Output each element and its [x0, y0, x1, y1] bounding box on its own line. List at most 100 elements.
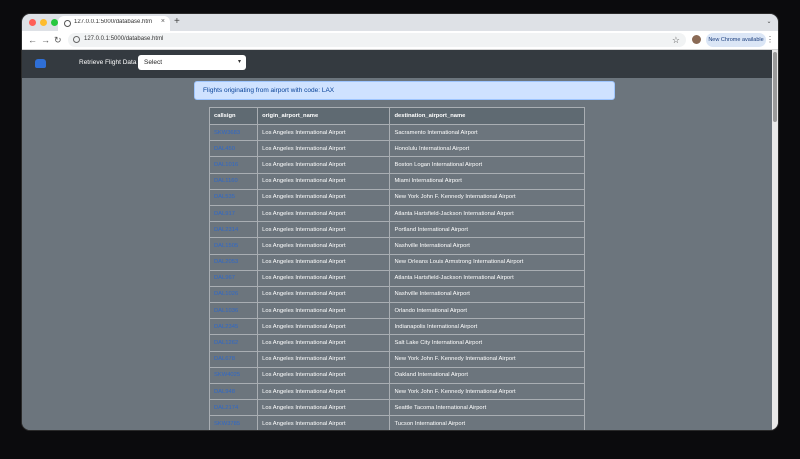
- destination-airport-cell: New York John F. Kennedy International A…: [389, 350, 585, 368]
- airport-select[interactable]: Select ▾: [138, 55, 246, 70]
- callsign-cell: DAL450: [208, 140, 259, 158]
- destination-airport-cell: Sacramento International Airport: [389, 123, 585, 142]
- destination-airport-cell: Atlanta Hartsfield-Jackson International…: [389, 269, 585, 287]
- table-row: DAL1026 Los Angeles International Airport…: [208, 285, 585, 304]
- new-tab-button[interactable]: +: [174, 16, 180, 28]
- alert-text: Flights originating from airport with co…: [203, 87, 335, 94]
- table-row: DAL917 Los Angeles International Airport A…: [208, 204, 585, 223]
- scrollbar-thumb[interactable]: [773, 52, 777, 122]
- origin-airport-cell: Los Angeles International Airport: [257, 156, 391, 174]
- callsign-link[interactable]: DAL450: [214, 146, 235, 152]
- minimize-window-icon[interactable]: [40, 19, 47, 26]
- table-row: DAL1160 Los Angeles International Airport…: [208, 172, 585, 190]
- profile-icon[interactable]: [692, 35, 701, 44]
- callsign-link[interactable]: DAL1026: [214, 291, 238, 297]
- callsign-link[interactable]: DAL535: [214, 194, 235, 200]
- callsign-cell: DAL1160: [208, 172, 259, 190]
- page-scrollbar[interactable]: [772, 50, 778, 430]
- callsign-cell: SKW3683: [208, 123, 259, 142]
- address-bar[interactable]: 127.0.0.1:5000/database.html ☆: [68, 33, 686, 47]
- callsign-cell: DAL1026: [208, 285, 259, 304]
- callsign-link[interactable]: DAL2053: [214, 259, 238, 265]
- callsign-link[interactable]: DAL1160: [214, 178, 238, 184]
- site-info-icon[interactable]: [73, 36, 80, 43]
- select-value: Select: [144, 59, 163, 66]
- destination-airport-cell: Oakland International Airport: [389, 366, 585, 385]
- url-text: 127.0.0.1:5000/database.html: [84, 36, 164, 42]
- destination-airport-cell: Seattle Tacoma International Airport: [389, 399, 585, 417]
- callsign-link[interactable]: DAL2174: [214, 405, 238, 411]
- callsign-link[interactable]: DAL1016: [214, 162, 238, 168]
- callsign-link[interactable]: DAL1036: [214, 308, 238, 314]
- callsign-link[interactable]: SKW4025: [214, 372, 240, 378]
- table-row: DAL2174 Los Angeles International Airport…: [208, 399, 585, 417]
- callsign-link[interactable]: DAL948: [214, 389, 235, 395]
- origin-airport-cell: Los Angeles International Airport: [257, 399, 391, 417]
- origin-airport-cell: Los Angeles International Airport: [257, 188, 391, 206]
- forward-arrow-icon[interactable]: →: [41, 34, 50, 46]
- table-row: DAL1016 Los Angeles International Airport…: [208, 156, 585, 174]
- callsign-cell: DAL917: [208, 204, 259, 223]
- table-row: DAL1505 Los Angeles International Airport…: [208, 237, 585, 255]
- origin-airport-cell: Los Angeles International Airport: [257, 172, 391, 190]
- callsign-cell: DAL1262: [208, 334, 259, 352]
- callsign-cell: DAL2174: [208, 399, 259, 417]
- callsign-link[interactable]: DAL2314: [214, 227, 238, 233]
- table-row: DAL1262 Los Angeles International Airport…: [208, 334, 585, 352]
- table-row: DAL967 Los Angeles International Airport A…: [208, 269, 585, 287]
- destination-airport-cell: New Orleans Louis Armstrong Internationa…: [389, 253, 585, 271]
- table-row: DAL535 Los Angeles International Airport N…: [208, 188, 585, 206]
- tab-search-icon[interactable]: ⌄: [764, 17, 774, 27]
- column-header-origin: origin_airport_name: [257, 107, 391, 125]
- callsign-cell: DAL967: [208, 269, 259, 287]
- table-row: DAL1036 Los Angeles International Airport…: [208, 302, 585, 320]
- bookmark-star-icon[interactable]: ☆: [672, 34, 680, 46]
- origin-airport-cell: Los Angeles International Airport: [257, 366, 391, 385]
- destination-airport-cell: Nashville International Airport: [389, 237, 585, 255]
- destination-airport-cell: Nashville International Airport: [389, 285, 585, 304]
- chevron-down-icon: ▾: [237, 59, 241, 65]
- browser-window: 127.0.0.1:5000/database.htm × + ⌄ ← → ↻ …: [22, 14, 778, 430]
- origin-airport-cell: Los Angeles International Airport: [257, 285, 391, 304]
- destination-airport-cell: Honolulu International Airport: [389, 140, 585, 158]
- browser-tab[interactable]: 127.0.0.1:5000/database.htm ×: [58, 16, 170, 31]
- callsign-link[interactable]: SKW3785: [214, 421, 240, 427]
- callsign-link[interactable]: SKW3683: [214, 130, 240, 136]
- origin-airport-cell: Los Angeles International Airport: [257, 382, 391, 401]
- destination-airport-cell: New York John F. Kennedy International A…: [389, 382, 585, 401]
- brand-logo-icon[interactable]: [35, 59, 46, 68]
- kebab-menu-icon[interactable]: ⋮: [766, 33, 774, 47]
- origin-airport-cell: Los Angeles International Airport: [257, 269, 391, 287]
- table-row: DAL948 Los Angeles International Airport N…: [208, 382, 585, 401]
- callsign-link[interactable]: DAL1262: [214, 340, 238, 346]
- callsign-link[interactable]: DAL967: [214, 275, 235, 281]
- callsign-link[interactable]: DAL917: [214, 211, 235, 217]
- callsign-link[interactable]: DAL678: [214, 356, 235, 362]
- close-tab-icon[interactable]: ×: [161, 18, 165, 25]
- origin-airport-cell: Los Angeles International Airport: [257, 237, 391, 255]
- reload-icon[interactable]: ↻: [54, 34, 62, 46]
- origin-airport-cell: Los Angeles International Airport: [257, 318, 391, 336]
- destination-airport-cell: Salt Lake City International Airport: [389, 334, 585, 352]
- close-window-icon[interactable]: [29, 19, 36, 26]
- callsign-cell: DAL2314: [208, 221, 259, 239]
- globe-icon: [64, 20, 71, 27]
- table-row: SKW4025 Los Angeles International Airport…: [208, 366, 585, 385]
- browser-toolbar: ← → ↻ 127.0.0.1:5000/database.html ☆ New…: [22, 31, 778, 50]
- origin-airport-cell: Los Angeles International Airport: [257, 415, 391, 430]
- back-arrow-icon[interactable]: ←: [28, 34, 37, 46]
- callsign-cell: SKW4025: [208, 366, 259, 385]
- callsign-cell: DAL2345: [208, 318, 259, 336]
- origin-airport-cell: Los Angeles International Airport: [257, 221, 391, 239]
- callsign-link[interactable]: DAL2345: [214, 324, 238, 330]
- tab-strip: 127.0.0.1:5000/database.htm × + ⌄: [22, 14, 778, 31]
- callsign-cell: DAL948: [208, 382, 259, 401]
- callsign-link[interactable]: DAL1505: [214, 243, 238, 249]
- callsign-cell: SKW3785: [208, 415, 259, 430]
- new-chrome-available-button[interactable]: New Chrome available: [706, 33, 766, 47]
- callsign-cell: DAL1036: [208, 302, 259, 320]
- origin-airport-cell: Los Angeles International Airport: [257, 123, 391, 142]
- maximize-window-icon[interactable]: [51, 19, 58, 26]
- destination-airport-cell: Portland International Airport: [389, 221, 585, 239]
- table-row: SKW3785 Los Angeles International Airport…: [208, 415, 585, 430]
